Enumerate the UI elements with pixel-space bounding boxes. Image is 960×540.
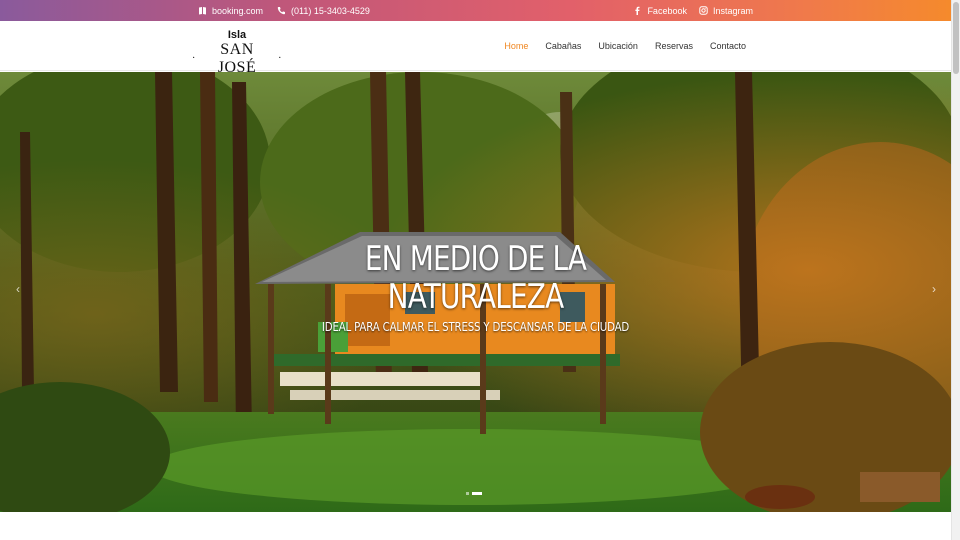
booking-label: booking.com: [212, 5, 264, 16]
phone-label: (011) 15-3403-4529: [291, 5, 370, 16]
phone-link[interactable]: (011) 15-3403-4529: [277, 6, 370, 16]
nav-home[interactable]: Home: [504, 41, 528, 51]
hero-title: EN MEDIO DE LA NATURALEZA: [86, 240, 866, 316]
logo-dot-left: ·: [192, 53, 196, 64]
logo-top-text: Isla: [227, 29, 247, 41]
logo-dot-right: ·: [278, 53, 282, 64]
page-content-start: [0, 512, 951, 540]
instagram-label: Instagram: [712, 5, 753, 16]
chevron-left-icon: ‹: [16, 282, 20, 296]
nav-cabanas[interactable]: Cabañas: [545, 41, 581, 51]
booking-link[interactable]: booking.com: [198, 6, 263, 16]
page-scrollbar[interactable]: [951, 0, 960, 540]
facebook-icon: [633, 6, 642, 15]
nav-reservas[interactable]: Reservas: [655, 41, 693, 51]
slider-prev-button[interactable]: ‹: [11, 282, 25, 298]
slider-dot-active[interactable]: [472, 492, 482, 495]
topbar-social: Facebook Instagram: [633, 0, 753, 21]
main-nav: Home Cabañas Ubicación Reservas Contacto: [504, 21, 746, 71]
nav-contacto[interactable]: Contacto: [710, 41, 746, 51]
hero-subtitle: IDEAL PARA CALMAR EL STRESS Y DESCANSAR …: [321, 320, 630, 334]
facebook-link[interactable]: Facebook: [633, 6, 687, 16]
hero-title-line1: EN MEDIO DE LA: [364, 239, 587, 279]
scrollbar-thumb[interactable]: [953, 2, 959, 74]
facebook-label: Facebook: [647, 5, 687, 16]
phone-icon: [277, 6, 286, 15]
site-logo[interactable]: Isla · SAN JOSÉ ·: [192, 29, 282, 76]
chevron-right-icon: ›: [932, 282, 936, 296]
site-header: Isla · SAN JOSÉ · Home Cabañas Ubicación…: [0, 21, 951, 76]
slider-dot[interactable]: [466, 492, 469, 495]
hero-slider: EN MEDIO DE LA NATURALEZA IDEAL PARA CAL…: [0, 72, 951, 512]
nav-ubicacion[interactable]: Ubicación: [598, 41, 638, 51]
instagram-link[interactable]: Instagram: [699, 6, 753, 16]
topbar-contact: booking.com (011) 15-3403-4529: [198, 0, 370, 21]
book-icon: [198, 6, 207, 15]
top-bar: booking.com (011) 15-3403-4529 Facebook …: [0, 0, 951, 21]
slider-next-button[interactable]: ›: [927, 282, 941, 298]
slider-indicators: [466, 492, 482, 495]
hero-title-line2: NATURALEZA: [387, 277, 564, 317]
instagram-icon: [699, 6, 708, 15]
